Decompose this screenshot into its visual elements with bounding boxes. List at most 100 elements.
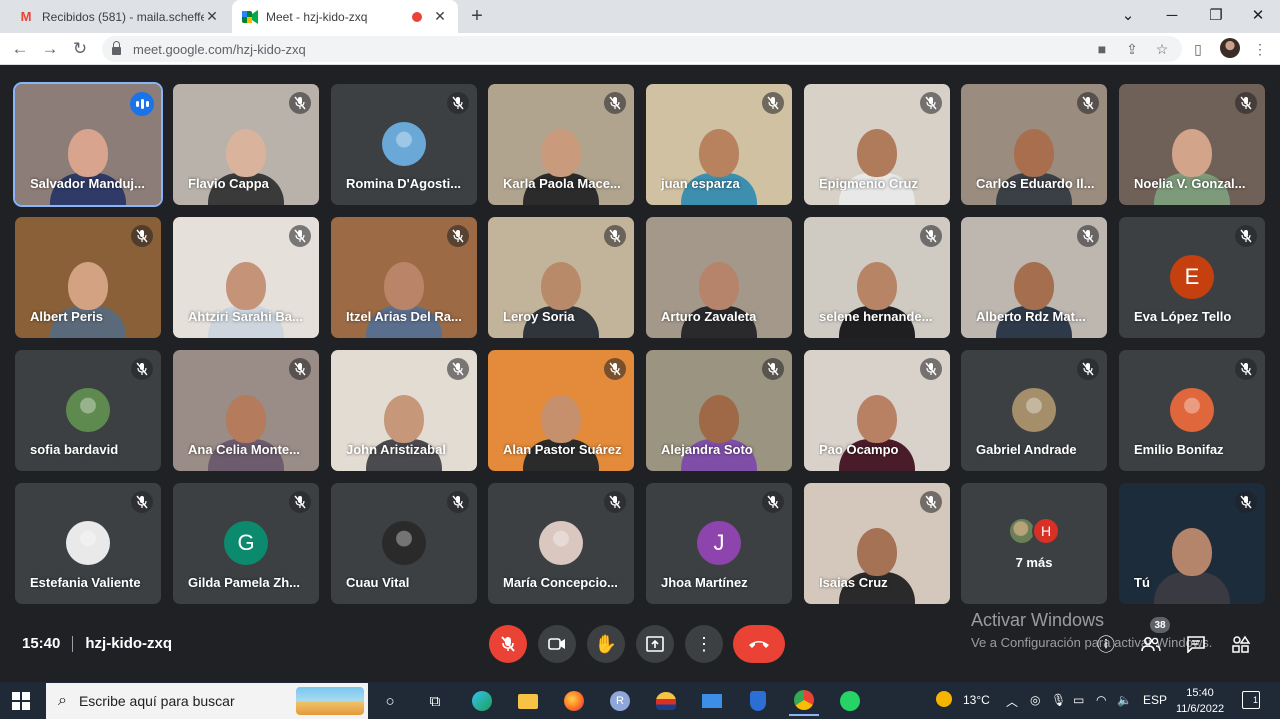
back-icon[interactable]: ← [8, 37, 32, 61]
new-tab-button[interactable]: + [466, 5, 488, 28]
tab-gmail[interactable]: M Recibidos (581) - maila.scheffer@ ✕ [8, 0, 230, 33]
mail-icon[interactable] [697, 686, 727, 716]
participant-head [1014, 262, 1054, 310]
participant-tile[interactable]: Ahtziri Sarahi Ba... [173, 217, 319, 338]
more-participants-tile[interactable]: H 7 más [961, 483, 1107, 604]
participant-tile[interactable]: Noelia V. Gonzal... [1119, 84, 1265, 205]
participant-tile[interactable]: Arturo Zavaleta [646, 217, 792, 338]
chat-icon[interactable] [1184, 632, 1208, 656]
participant-tile[interactable]: Tú [1119, 483, 1265, 604]
cortana-icon[interactable]: ○ [375, 686, 405, 716]
mic-off-icon [920, 225, 942, 247]
mic-off-icon [1235, 491, 1257, 513]
participant-tile[interactable]: Alejandra Soto [646, 350, 792, 471]
close-tab-icon[interactable]: ✕ [204, 8, 220, 25]
wifi-icon[interactable]: ◠ [1096, 693, 1106, 707]
microphone-off-button[interactable] [489, 625, 527, 663]
bookmark-star-icon[interactable]: ☆ [1152, 39, 1172, 59]
side-panel-icon[interactable]: ▯ [1188, 39, 1208, 59]
chrome-icon[interactable] [789, 686, 819, 716]
participant-tile[interactable]: Pao Ocampo [804, 350, 950, 471]
notification-center-icon[interactable]: 1 [1242, 691, 1260, 709]
participant-tile[interactable]: John Aristizabal [331, 350, 477, 471]
battery-icon[interactable]: ▭ [1073, 693, 1084, 707]
participant-tile[interactable]: G Gilda Pamela Zh... [173, 483, 319, 604]
participant-head [541, 395, 581, 443]
participant-tile[interactable]: sofia bardavid [15, 350, 161, 471]
close-window-button[interactable]: ✕ [1236, 0, 1280, 30]
activities-icon[interactable] [1229, 632, 1253, 656]
leave-call-button[interactable] [733, 625, 785, 663]
windows-start-icon[interactable] [12, 692, 30, 710]
share-icon[interactable]: ⇪ [1122, 39, 1142, 59]
participant-tile[interactable]: selene hernande... [804, 217, 950, 338]
address-bar[interactable]: meet.google.com/hzj-kido-zxq [102, 36, 1182, 62]
participant-head [226, 129, 266, 177]
participant-tile[interactable]: Alberto Rdz Mat... [961, 217, 1107, 338]
participant-tile[interactable]: Emilio Bonifaz [1119, 350, 1265, 471]
language-indicator[interactable]: ESP [1143, 693, 1167, 707]
security-shield-icon[interactable] [743, 686, 773, 716]
participant-tile[interactable]: Cuau Vital [331, 483, 477, 604]
camera-tray-icon[interactable]: ◎ [1030, 693, 1040, 707]
participant-tile[interactable]: Leroy Soria [488, 217, 634, 338]
participant-tile[interactable]: Albert Peris [15, 217, 161, 338]
participant-tile[interactable]: E Eva López Tello [1119, 217, 1265, 338]
restore-button[interactable]: ❐ [1194, 0, 1238, 30]
participant-tile[interactable]: Romina D'Agosti... [331, 84, 477, 205]
participant-head [699, 129, 739, 177]
mic-off-icon [1077, 225, 1099, 247]
participant-video [208, 119, 284, 205]
app-icon[interactable] [651, 686, 681, 716]
volume-icon[interactable]: 🔈 [1117, 693, 1132, 707]
firefox-icon[interactable] [559, 686, 589, 716]
participant-tile[interactable]: Carlos Eduardo Il... [961, 84, 1107, 205]
participant-tile[interactable]: Karla Paola Mace... [488, 84, 634, 205]
taskbar-search[interactable]: ⌕ Escribe aquí para buscar [46, 683, 368, 719]
participant-tile[interactable]: Ana Celia Monte... [173, 350, 319, 471]
present-button[interactable] [636, 625, 674, 663]
reload-icon[interactable]: ↻ [68, 37, 92, 61]
more-options-button[interactable]: ⋮ [685, 625, 723, 663]
meeting-code: hzj-kido-zxq [85, 635, 173, 652]
participant-tile[interactable]: Flavio Cappa [173, 84, 319, 205]
menu-dots-icon[interactable]: ⋮ [1250, 39, 1270, 59]
participant-tile[interactable]: María Concepcio... [488, 483, 634, 604]
profile-avatar[interactable] [1220, 38, 1240, 58]
participant-tile[interactable]: juan esparza [646, 84, 792, 205]
raise-hand-button[interactable]: ✋ [587, 625, 625, 663]
people-icon[interactable] [1139, 632, 1163, 656]
participant-tile[interactable]: J Jhoa Martínez [646, 483, 792, 604]
participant-tile[interactable]: Isaias Cruz [804, 483, 950, 604]
participant-tile[interactable]: Gabriel Andrade [961, 350, 1107, 471]
meeting-details-icon[interactable]: ⓘ [1094, 632, 1118, 656]
tray-chevron-icon[interactable]: ︿ [1006, 693, 1018, 710]
participant-tile[interactable]: Estefania Valiente [15, 483, 161, 604]
whatsapp-icon[interactable] [835, 686, 865, 716]
participant-video [996, 252, 1072, 338]
file-explorer-icon[interactable] [513, 686, 543, 716]
r-app-icon[interactable]: R [605, 686, 635, 716]
tab-meet[interactable]: Meet - hzj-kido-zxq ✕ [232, 0, 458, 33]
participant-tile[interactable]: Salvador Manduj... [13, 82, 163, 207]
participant-tile[interactable]: Epigmenio Cruz [804, 84, 950, 205]
weather-temp[interactable]: 13°C [963, 693, 990, 707]
minimize-button[interactable]: ─ [1150, 0, 1194, 30]
participant-head [384, 262, 424, 310]
task-view-icon[interactable]: ⧉ [420, 686, 450, 716]
microphone-tray-icon[interactable]: 🎙 [1051, 693, 1066, 707]
tab-search-icon[interactable]: ⌄ [1106, 0, 1150, 30]
participant-video [839, 385, 915, 471]
mic-off-icon [289, 225, 311, 247]
participant-tile[interactable]: Alan Pastor Suárez [488, 350, 634, 471]
participant-name: sofia bardavid [30, 442, 119, 457]
participant-tile[interactable]: Itzel Arias Del Ra... [331, 217, 477, 338]
camera-in-use-icon[interactable]: ■ [1092, 39, 1112, 59]
close-tab-icon[interactable]: ✕ [432, 8, 448, 25]
camera-button[interactable] [538, 625, 576, 663]
edge-icon[interactable] [467, 686, 497, 716]
weather-icon[interactable] [936, 691, 952, 710]
forward-icon[interactable]: → [38, 37, 62, 61]
system-clock[interactable]: 15:40 11/6/2022 [1172, 685, 1228, 717]
mic-off-icon [501, 636, 515, 652]
